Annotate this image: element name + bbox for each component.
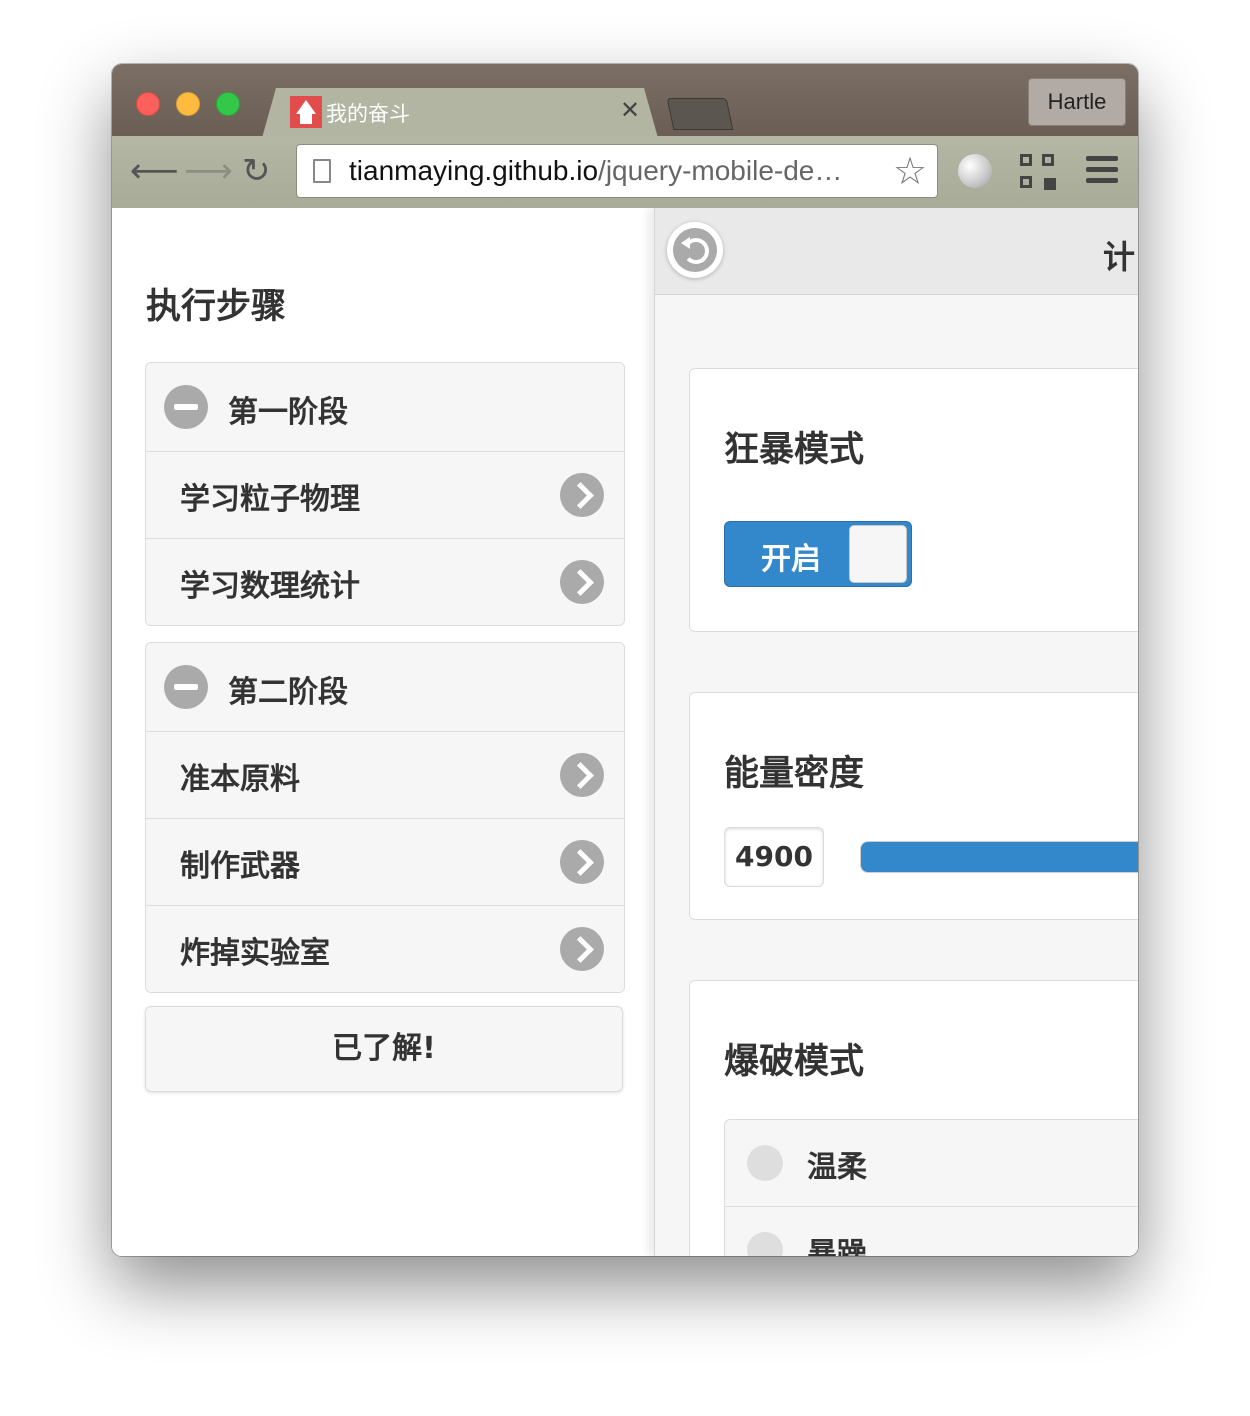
forward-arrow-icon[interactable]: ⟶: [184, 154, 233, 188]
chevron-right-icon: [560, 927, 604, 971]
browser-window: 我的奋斗 ✕ Hartle ⟵ ⟶ ↻ tianmaying.github.io…: [112, 64, 1138, 1256]
acknowledge-button[interactable]: 已了解!: [145, 1006, 623, 1092]
browser-toolbar: ⟵ ⟶ ↻ tianmaying.github.io/jquery-mobile…: [112, 136, 1138, 209]
radio-icon: [747, 1145, 783, 1181]
stage1-header[interactable]: 第一阶段: [146, 363, 624, 452]
title-bar: 我的奋斗 ✕ Hartle: [112, 64, 1138, 138]
back-arrow-icon[interactable]: ⟵: [130, 154, 179, 188]
bookmark-star-icon[interactable]: ☆: [893, 149, 927, 193]
address-bar[interactable]: tianmaying.github.io/jquery-mobile-de… ☆: [296, 144, 938, 198]
list-item[interactable]: 制作武器: [146, 819, 624, 906]
blast-radio-group: 温柔 暴躁: [724, 1119, 1138, 1256]
radio-option[interactable]: 暴躁: [725, 1207, 1138, 1256]
page-content: 执行步骤 第一阶段 学习粒子物理 学习数理统计 第二阶段 准本原料 制作武器 炸…: [112, 208, 1138, 1256]
berserk-toggle[interactable]: 开启: [724, 521, 912, 587]
stage2-header[interactable]: 第二阶段: [146, 643, 624, 732]
energy-value-input[interactable]: 4900: [724, 827, 824, 887]
berserk-title: 狂暴模式: [724, 430, 865, 470]
radio-icon: [747, 1232, 783, 1256]
list-item[interactable]: 学习数理统计: [146, 539, 624, 625]
energy-title: 能量密度: [724, 754, 865, 794]
url-host: tianmaying.github.io: [349, 155, 599, 186]
tab-close-icon[interactable]: ✕: [620, 96, 640, 124]
page-title: 计: [1103, 238, 1136, 276]
panel-title: 执行步骤: [146, 287, 287, 327]
url-text: tianmaying.github.io/jquery-mobile-de…: [349, 155, 842, 187]
profile-button[interactable]: Hartle: [1028, 78, 1126, 126]
list-item-label: 学习粒子物理: [180, 482, 360, 517]
list-item-label: 炸掉实验室: [180, 936, 330, 971]
globe-extension-icon[interactable]: [958, 154, 992, 188]
energy-slider[interactable]: [860, 841, 1138, 873]
toggle-handle[interactable]: [849, 525, 907, 583]
page-header: 计: [655, 208, 1138, 295]
url-path: /jquery-mobile-de…: [598, 155, 843, 186]
radio-label: 暴躁: [807, 1237, 867, 1256]
stage1-title: 第一阶段: [228, 395, 348, 430]
list-item-label: 学习数理统计: [180, 569, 360, 604]
berserk-card: 狂暴模式 开启: [689, 368, 1138, 632]
chevron-right-icon: [560, 473, 604, 517]
close-window-button[interactable]: [136, 92, 160, 116]
list-item[interactable]: 学习粒子物理: [146, 452, 624, 539]
minus-icon: [164, 665, 208, 709]
qr-code-icon[interactable]: [1020, 154, 1056, 190]
chevron-right-icon: [560, 753, 604, 797]
back-icon: [673, 228, 717, 272]
new-tab-button[interactable]: [666, 98, 734, 130]
list-item-label: 制作武器: [180, 849, 300, 884]
minimize-window-button[interactable]: [176, 92, 200, 116]
steps-panel: 执行步骤 第一阶段 学习粒子物理 学习数理统计 第二阶段 准本原料 制作武器 炸…: [112, 208, 652, 1256]
reload-icon[interactable]: ↻: [242, 154, 271, 188]
list-item[interactable]: 准本原料: [146, 732, 624, 819]
back-button[interactable]: [667, 222, 723, 278]
stage2-title: 第二阶段: [228, 675, 348, 710]
radio-label: 温柔: [807, 1150, 867, 1185]
stage2-collapsible: 第二阶段 准本原料 制作武器 炸掉实验室: [145, 642, 625, 993]
browser-tab[interactable]: 我的奋斗 ✕: [262, 88, 658, 138]
blast-title: 爆破模式: [724, 1042, 865, 1082]
list-item[interactable]: 炸掉实验室: [146, 906, 624, 992]
stage1-collapsible: 第一阶段 学习粒子物理 学习数理统计: [145, 362, 625, 626]
page-icon: [313, 159, 331, 183]
radio-option[interactable]: 温柔: [725, 1120, 1138, 1207]
energy-card: 能量密度 4900: [689, 692, 1138, 920]
chevron-right-icon: [560, 840, 604, 884]
main-page: 计 狂暴模式 开启 能量密度 4900 爆破模式 温柔 暴躁: [654, 208, 1138, 1256]
blast-card: 爆破模式 温柔 暴躁: [689, 980, 1138, 1256]
menu-icon[interactable]: [1086, 156, 1118, 189]
toggle-label: 开启: [761, 542, 821, 577]
chevron-right-icon: [560, 560, 604, 604]
slider-fill: [861, 842, 1138, 872]
list-item-label: 准本原料: [180, 762, 300, 797]
minus-icon: [164, 385, 208, 429]
tab-title: 我的奋斗: [326, 102, 410, 126]
favicon-icon: [290, 96, 322, 128]
zoom-window-button[interactable]: [216, 92, 240, 116]
